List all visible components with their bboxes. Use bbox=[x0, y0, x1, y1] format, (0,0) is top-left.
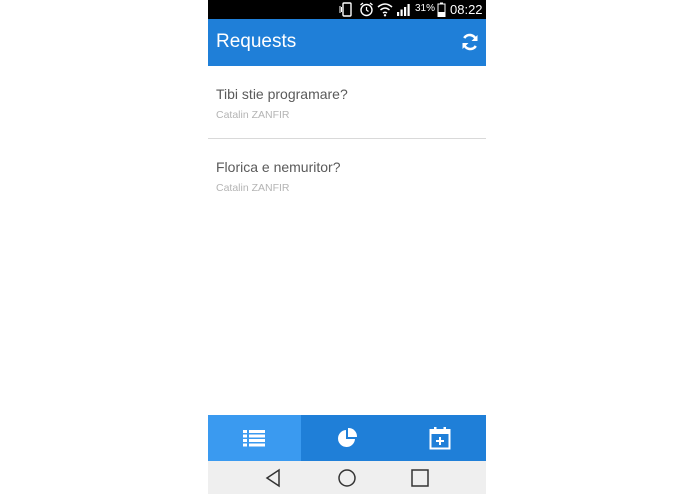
page-title: Requests bbox=[216, 31, 297, 52]
recents-icon[interactable] bbox=[410, 468, 430, 488]
tab-list[interactable] bbox=[208, 415, 301, 461]
phone-screen: 31% 08:22 Requests Tibi stie programare?… bbox=[208, 0, 486, 494]
request-author: Catalin ZANFIR bbox=[216, 182, 290, 194]
calendar-add-icon bbox=[429, 427, 451, 450]
signal-icon bbox=[397, 4, 410, 16]
pie-chart-icon bbox=[338, 427, 358, 447]
tab-stats[interactable] bbox=[301, 415, 394, 461]
system-nav-bar bbox=[208, 461, 486, 494]
tab-new-event[interactable] bbox=[393, 415, 486, 461]
battery-percent: 31% bbox=[415, 3, 436, 14]
status-time: 08:22 bbox=[450, 2, 483, 17]
battery-icon bbox=[437, 2, 446, 17]
list-item[interactable]: Florica e nemuritor? Catalin ZANFIR bbox=[208, 139, 486, 212]
bottom-tab-bar bbox=[208, 415, 486, 461]
list-item[interactable]: Tibi stie programare? Catalin ZANFIR bbox=[208, 66, 486, 139]
app-bar: Requests bbox=[208, 19, 486, 66]
vibrate-icon bbox=[339, 2, 352, 17]
list-icon bbox=[243, 430, 266, 447]
wifi-icon bbox=[377, 3, 393, 17]
home-icon[interactable] bbox=[337, 468, 357, 488]
requests-list: Tibi stie programare? Catalin ZANFIR Flo… bbox=[208, 66, 486, 212]
request-title: Tibi stie programare? bbox=[216, 86, 348, 102]
alarm-icon bbox=[360, 2, 373, 17]
status-bar: 31% 08:22 bbox=[208, 0, 486, 19]
request-title: Florica e nemuritor? bbox=[216, 159, 341, 175]
back-icon[interactable] bbox=[264, 468, 284, 488]
refresh-icon[interactable] bbox=[460, 32, 480, 52]
request-author: Catalin ZANFIR bbox=[216, 109, 290, 121]
